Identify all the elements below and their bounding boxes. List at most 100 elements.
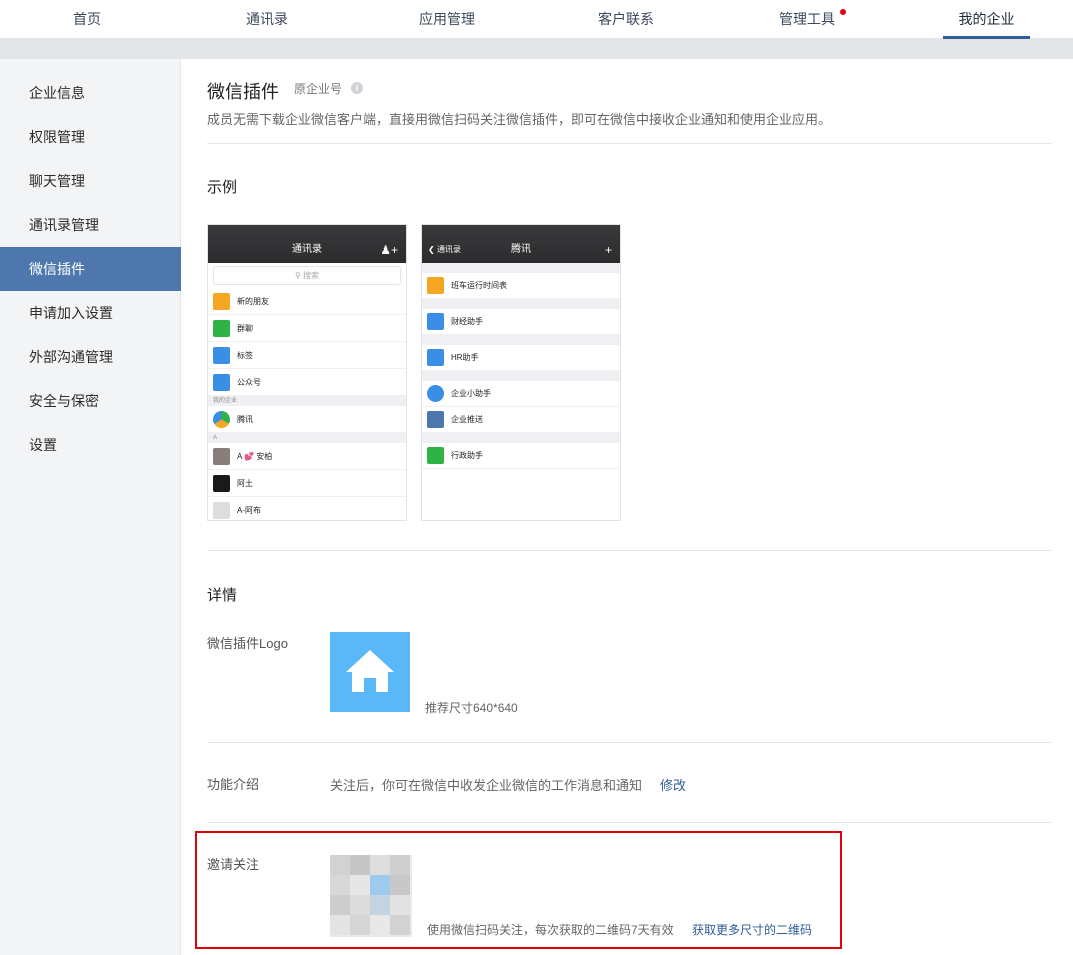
sidebar-item-settings[interactable]: 设置 [0,423,181,467]
sidebar-item-chat-management[interactable]: 聊天管理 [0,159,181,203]
details-section-title: 详情 [207,587,238,604]
finance-icon [427,313,444,330]
list-item-label: 行政助手 [451,451,483,460]
list-item: 行政助手 [422,443,620,469]
list-item-label: 群聊 [237,323,253,333]
list-item-label: 财经助手 [451,317,483,326]
avatar [213,501,230,519]
sidebar-item-external-communication[interactable]: 外部沟通管理 [0,335,181,379]
tab-home[interactable]: 首页 [57,0,117,39]
list-item: A-阿布 [208,497,406,520]
sidebar-item-permissions[interactable]: 权限管理 [0,115,181,159]
edit-intro-link[interactable]: 修改 [660,775,686,794]
list-item-label: A-阿布 [237,505,261,515]
sidebar-item-wechat-plugin[interactable]: 微信插件 [0,247,181,291]
list-item-label: HR助手 [451,353,479,362]
divider [207,742,1052,743]
example-phone-company: ❮ 通讯录 腾讯 + 班车运行时间表 财经助手 HR助手 企业小助手 企业推送 … [421,224,621,521]
divider [207,143,1052,144]
info-icon[interactable]: i [351,82,363,94]
sidebar-item-contacts-management[interactable]: 通讯录管理 [0,203,181,247]
list-item-label: 班车运行时间表 [451,281,507,290]
list-item-label: A 💕 安柏 [237,451,273,461]
list-item: 腾讯 [208,406,406,433]
list-item: 公众号 [208,369,406,396]
invite-hint: 使用微信扫码关注，每次获取的二维码7天有效 [427,923,674,937]
list-item: 阿土 [208,470,406,497]
qr-code[interactable] [330,855,412,937]
admin-icon [427,447,444,464]
list-item: 班车运行时间表 [422,273,620,299]
add-contact-icon: ♟+ [380,243,398,257]
phone-search: ⚲ 搜索 [213,266,401,285]
home-icon [346,650,394,692]
list-group-header: A [208,433,406,443]
list-item: 新的朋友 [208,288,406,315]
page-description: 成员无需下载企业微信客户端，直接用微信扫码关注微信插件，即可在微信中接收企业通知… [207,112,832,127]
divider [207,822,1052,823]
intro-text: 关注后，你可在微信中收发企业微信的工作消息和通知 [330,778,643,793]
list-item-label: 腾讯 [237,414,253,424]
phone-header: 通讯录 ♟+ [208,225,406,263]
list-item-label: 企业小助手 [451,389,491,398]
tab-my-enterprise[interactable]: 我的企业 [943,0,1030,39]
phone-title: 腾讯 [511,244,531,255]
divider [207,550,1052,551]
tab-customer-contact[interactable]: 客户联系 [586,0,666,39]
group-chat-icon [213,319,230,337]
tab-contacts[interactable]: 通讯录 [232,0,302,39]
list-item-label: 企业推送 [451,415,483,424]
list-item: 企业推送 [422,407,620,433]
page-subtitle: 原企业号 [294,82,343,96]
avatar [213,447,230,465]
new-friends-icon [213,292,230,310]
list-item-label: 新的朋友 [237,296,269,306]
list-group-header [422,433,620,443]
official-account-icon [213,373,230,391]
sidebar-item-join-settings[interactable]: 申请加入设置 [0,291,181,335]
list-group-header: 我的企业 [208,396,406,406]
list-item: 标签 [208,342,406,369]
main-content: 微信插件 原企业号 i 成员无需下载企业微信客户端，直接用微信扫码关注微信插件，… [182,59,1073,955]
phone-title: 通讯录 [292,244,322,255]
phone-back: ❮ 通讯录 [428,245,461,254]
more-qr-sizes-link[interactable]: 获取更多尺寸的二维码 [692,921,812,938]
logo-label: 微信插件Logo [207,636,288,651]
sidebar: 企业信息 权限管理 聊天管理 通讯录管理 微信插件 申请加入设置 外部沟通管理 … [0,59,181,955]
phone-back-label: 通讯录 [436,245,461,254]
wechat-plugin-logo[interactable] [330,632,410,712]
sidebar-item-security[interactable]: 安全与保密 [0,379,181,423]
top-navigation: 首页 通讯录 应用管理 客户联系 管理工具 我的企业 [0,0,1073,39]
plus-icon: + [604,243,612,257]
list-item: 群聊 [208,315,406,342]
tab-management-tools-label: 管理工具 [779,11,835,27]
example-section-title: 示例 [207,179,238,196]
company-logo-icon [213,410,230,428]
list-item-label: 标签 [237,350,253,360]
list-item-label: 公众号 [237,377,261,387]
phone-header: ❮ 通讯录 腾讯 + [422,225,620,263]
invite-label: 邀请关注 [207,857,260,872]
header-divider-bar [0,39,1073,59]
tab-app-management[interactable]: 应用管理 [407,0,487,39]
example-phone-contacts: 通讯录 ♟+ ⚲ 搜索 新的朋友 群聊 标签 公众号 我的企业 腾讯 A A 💕… [207,224,407,521]
list-item: 财经助手 [422,309,620,335]
logo-size-hint: 推荐尺寸640*640 [425,701,518,715]
phone-search-placeholder: 搜索 [303,271,320,280]
list-group-header [422,335,620,345]
tab-management-tools[interactable]: 管理工具 [767,0,847,39]
list-group-header [422,371,620,381]
list-item-label: 阿土 [237,478,253,488]
list-item: 企业小助手 [422,381,620,407]
tag-icon [213,346,230,364]
list-item: A 💕 安柏 [208,443,406,470]
schedule-icon [427,277,444,294]
hr-icon [427,349,444,366]
sidebar-item-enterprise-info[interactable]: 企业信息 [0,71,181,115]
home-icon [427,411,444,428]
list-item: HR助手 [422,345,620,371]
list-group-header [422,299,620,309]
intro-label: 功能介绍 [207,777,260,792]
assistant-icon [427,385,444,402]
avatar [213,474,230,492]
